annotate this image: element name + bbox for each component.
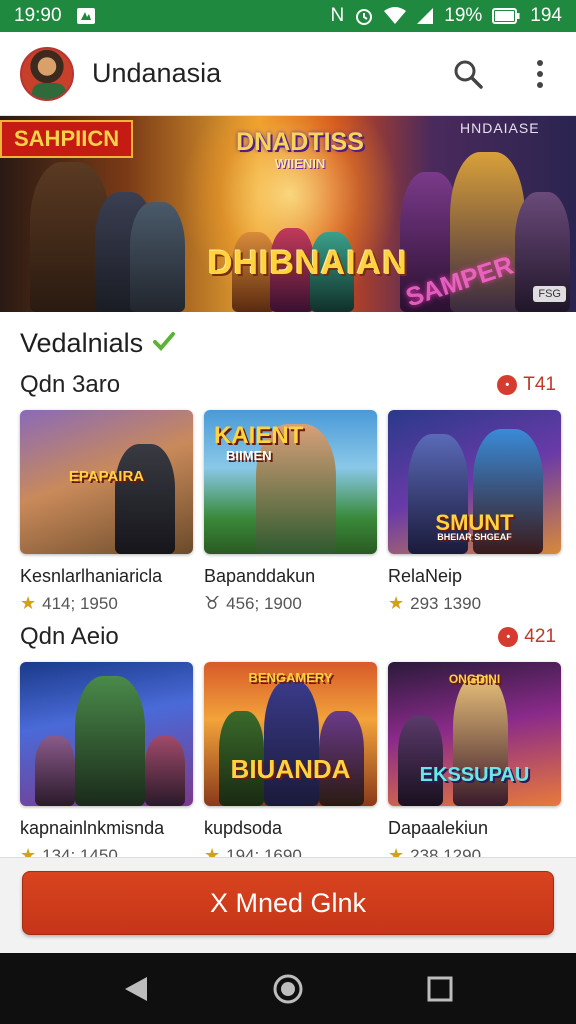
app-rating: 293 1390	[410, 593, 482, 613]
back-icon	[125, 976, 147, 1001]
developer-name: Vedalnials	[20, 327, 144, 358]
battery-icon	[492, 8, 520, 24]
section-header[interactable]: Qdn 3aro • T41	[20, 366, 556, 404]
section-count: T41	[523, 374, 556, 395]
star-icon: ★	[20, 593, 37, 613]
app-bar: Undanasia	[0, 32, 576, 116]
app-card[interactable]: kapnainlnkmisnda ★ 134; 1450	[20, 662, 193, 857]
avatar[interactable]	[20, 46, 74, 101]
star-icon: ★	[388, 593, 405, 613]
home-icon	[273, 974, 303, 1003]
app-title: Undanasia	[92, 58, 222, 88]
app-card[interactable]: EPAPAIRA Kesnlarlhaniaricla ★ 414; 1950	[20, 410, 193, 614]
app-thumbnail: EPAPAIRA	[20, 410, 193, 554]
banner-tag: SAHPIICN	[0, 120, 134, 158]
system-nav-bar	[0, 953, 576, 1024]
primary-action-button[interactable]: X Mned Glnk	[22, 871, 554, 935]
app-card[interactable]: BENGAMERY BIUANDA kupdsoda ★ 194; 1690	[204, 662, 377, 857]
app-thumbnail: KAIENT BIIMEN	[204, 410, 377, 554]
alarm-icon	[354, 6, 374, 26]
app-thumbnail	[20, 662, 193, 806]
notification-icon	[76, 7, 96, 25]
section-header[interactable]: Qdn Aeio • 421	[20, 618, 556, 656]
app-name: RelaNeip	[388, 566, 463, 586]
banner-side-text: HNDAIASE	[460, 120, 540, 136]
app-card-row: kapnainlnkmisnda ★ 134; 1450 BENGAMERY BI…	[20, 662, 561, 857]
app-rating: 194; 1690	[226, 845, 302, 858]
battery-percent: 19%	[444, 5, 483, 26]
status-time: 19:90	[14, 5, 62, 26]
app-name: Dapaalekiun	[388, 818, 489, 838]
app-card[interactable]: SMUNT BHEIAR SHGEAF RelaNeip ★ 293 1390	[388, 410, 561, 614]
app-name: Bapanddakun	[204, 566, 316, 586]
controller-icon: ♉	[204, 593, 221, 613]
section-count: 421	[524, 626, 556, 647]
app-rating: 414; 1950	[42, 593, 118, 613]
more-vert-icon	[537, 59, 543, 88]
app-name: kapnainlnkmisnda	[20, 818, 165, 838]
app-card[interactable]: ONGDINI EKSSUPAU Dapaalekiun ★ 238 1290	[388, 662, 561, 857]
app-card[interactable]: KAIENT BIIMEN Bapanddakun ♉ 456; 1900	[204, 410, 377, 614]
cell-signal-icon	[416, 7, 434, 25]
banner-title: DNADTISS	[236, 128, 364, 156]
app-name: Kesnlarlhaniaricla	[20, 566, 163, 586]
star-icon: ★	[20, 845, 37, 857]
count-icon: •	[497, 375, 518, 395]
count-icon: •	[498, 627, 519, 647]
banner-subtitle: WIIENIN	[274, 156, 326, 171]
app-thumbnail: ONGDINI EKSSUPAU	[388, 662, 561, 806]
app-card-row: EPAPAIRA Kesnlarlhaniaricla ★ 414; 1950 K…	[20, 410, 561, 614]
app-thumbnail: BENGAMERY BIUANDA	[204, 662, 377, 806]
banner-main-logo: DHIBNAIAN	[208, 244, 408, 282]
overflow-menu-button[interactable]	[522, 56, 558, 92]
app-rating: 456; 1900	[226, 593, 302, 613]
app-rating: 134; 1450	[42, 845, 118, 858]
section-title: Qdn 3aro	[20, 371, 121, 398]
featured-banner[interactable]: SAHPIICN DNADTISS WIIENIN DHIBNAIAN HNDA…	[0, 116, 576, 312]
banner-rating-badge: FSG	[533, 286, 566, 302]
star-icon: ★	[204, 845, 221, 857]
star-icon: ★	[388, 845, 405, 857]
recents-button[interactable]	[415, 964, 465, 1014]
wifi-icon	[384, 7, 407, 25]
section-title: Qdn Aeio	[20, 623, 119, 650]
verified-check-icon	[153, 331, 176, 356]
network-label: N	[330, 5, 345, 26]
search-button[interactable]	[450, 56, 486, 92]
app-thumbnail: SMUNT BHEIAR SHGEAF	[388, 410, 561, 554]
recents-icon	[427, 976, 453, 1001]
status-right-time: 194	[530, 5, 562, 26]
status-bar: 19:90 N 19% 194	[0, 0, 576, 32]
home-button[interactable]	[263, 964, 313, 1014]
back-button[interactable]	[111, 964, 161, 1014]
search-icon	[454, 60, 483, 89]
app-name: kupdsoda	[204, 818, 283, 838]
developer-page: Vedalnials Qdn 3aro • T41 EPAPAIRA Kesnl…	[0, 312, 576, 857]
app-rating: 238 1290	[410, 845, 482, 858]
bottom-action-panel: X Mned Glnk	[0, 857, 576, 953]
